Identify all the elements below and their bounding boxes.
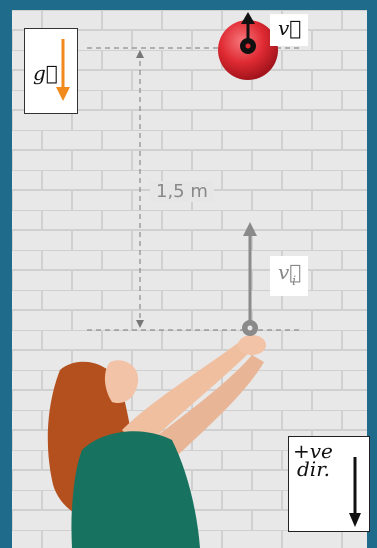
gravity-label-box: g⃗ bbox=[24, 28, 78, 114]
figure-frame: g⃗ v⃗ v⃗ i 1,5 m +ve dir. bbox=[0, 0, 377, 548]
down-arrow-icon bbox=[349, 457, 361, 527]
initial-velocity-symbol: v⃗ bbox=[278, 260, 302, 284]
initial-velocity-subscript: i bbox=[292, 274, 297, 289]
initial-velocity-label-box: v⃗ i bbox=[270, 256, 308, 296]
velocity-symbol: v⃗ bbox=[278, 16, 302, 40]
gravity-symbol: g⃗ bbox=[33, 61, 58, 85]
distance-label: 1,5 m bbox=[150, 181, 214, 202]
positive-direction-box: +ve dir. bbox=[288, 436, 370, 532]
velocity-label-box: v⃗ bbox=[270, 14, 308, 46]
